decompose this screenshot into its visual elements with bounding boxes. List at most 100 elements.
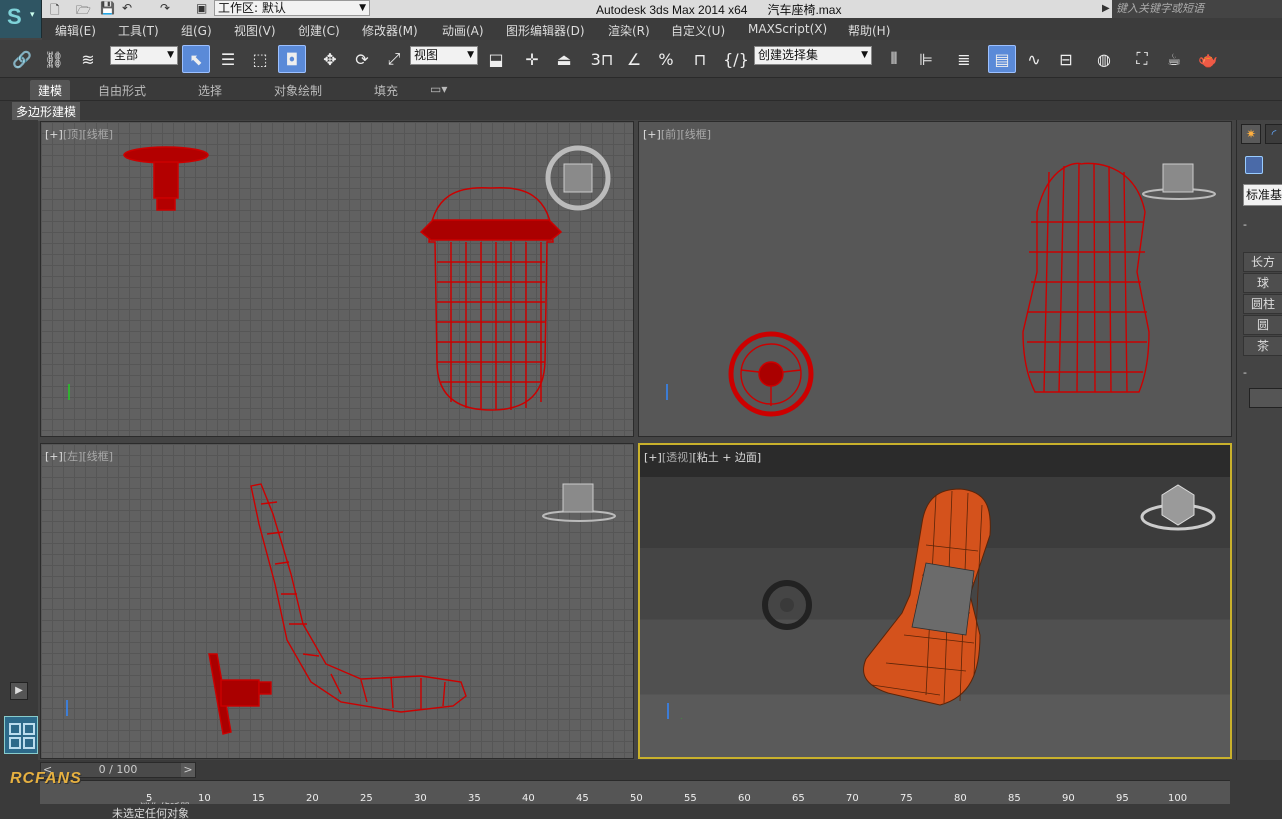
viewport-perspective[interactable]: [+][透视][粘土 + 边面]: [638, 443, 1232, 759]
schematic-view-icon[interactable]: ⊟: [1052, 45, 1080, 73]
selection-filter-dropdown[interactable]: 全部 ▼: [110, 46, 178, 65]
spinner-snap-icon[interactable]: ⊓: [686, 45, 714, 73]
subtab-polygon-modeling[interactable]: 多边形建模: [12, 102, 81, 121]
viewcube-front[interactable]: [1139, 158, 1219, 204]
menu-rendering[interactable]: 渲染(R): [608, 22, 650, 39]
chevron-down-icon: ▼: [167, 50, 174, 60]
angle-snap-icon[interactable]: ∠: [620, 45, 648, 73]
workspace-label: 工作区: 默认: [218, 1, 286, 15]
snaps-toggle-button[interactable]: 3 ⊓: [588, 45, 616, 73]
viewcube-top[interactable]: [544, 144, 612, 212]
menu-graph-editors[interactable]: 图形编辑器(D): [506, 22, 585, 39]
time-slider-next-icon[interactable]: >: [181, 763, 195, 777]
tick-label: 60: [738, 793, 751, 804]
named-selection-value: 创建选择集: [758, 48, 819, 62]
app-title: Autodesk 3ds Max 2014 x64 汽车座椅.max: [596, 3, 842, 17]
ribbon-options-icon[interactable]: ▭▾: [430, 82, 447, 96]
rectangular-selection-icon[interactable]: ⬚: [246, 45, 274, 73]
curve-editor-icon[interactable]: ∿: [1020, 45, 1048, 73]
pivot-center-icon[interactable]: ⬓: [482, 45, 510, 73]
window-crossing-button[interactable]: ◘: [278, 45, 306, 73]
workspace-dropdown[interactable]: 工作区: 默认 ▼: [214, 0, 370, 16]
object-category-dropdown[interactable]: 标准基: [1243, 184, 1282, 206]
menu-customize[interactable]: 自定义(U): [671, 22, 725, 39]
search-input[interactable]: ▶ 键入关键字或短语: [1102, 0, 1282, 18]
render-setup-icon[interactable]: ⛶: [1128, 45, 1156, 73]
tick-label: 70: [846, 793, 859, 804]
menu-modifiers[interactable]: 修改器(M): [362, 22, 418, 39]
reference-coordinate-dropdown[interactable]: 视图 ▼: [410, 46, 478, 65]
redo-icon[interactable]: ↷: [160, 1, 170, 15]
menu-help[interactable]: 帮助(H): [848, 22, 890, 39]
teapot-button[interactable]: 茶: [1243, 336, 1282, 356]
name-color-rollout-toggle[interactable]: -: [1243, 366, 1282, 380]
chevron-down-icon: ▼: [467, 50, 474, 60]
tab-object-paint[interactable]: 对象绘制: [274, 82, 322, 99]
menu-create[interactable]: 创建(C): [298, 22, 340, 39]
box-button[interactable]: 长方: [1243, 252, 1282, 272]
named-selection-dropdown[interactable]: 创建选择集 ▼: [754, 46, 872, 65]
tab-selection[interactable]: 选择: [198, 82, 222, 99]
modify-tab-icon[interactable]: ◜: [1265, 124, 1282, 144]
menu-view[interactable]: 视图(V): [234, 22, 276, 39]
torus-button[interactable]: 圆: [1243, 315, 1282, 335]
layer-manager-icon[interactable]: ≣: [950, 45, 978, 73]
tick-label: 10: [198, 793, 211, 804]
cylinder-button[interactable]: 圆柱: [1243, 294, 1282, 314]
select-object-button[interactable]: ⬉: [182, 45, 210, 73]
select-manipulate-icon[interactable]: ✛: [518, 45, 546, 73]
edit-named-selection-icon[interactable]: {/}: [722, 45, 750, 73]
viewport-front[interactable]: [+][前][线框]: [638, 121, 1232, 437]
viewport-layout-icon[interactable]: [4, 716, 38, 754]
command-panel: ✷ ◜ 标准基 - 长方 球 圆柱 圆 茶 -: [1236, 120, 1282, 770]
save-icon[interactable]: 💾: [100, 1, 115, 15]
tick-label: 15: [252, 793, 265, 804]
sphere-button[interactable]: 球: [1243, 273, 1282, 293]
keyboard-shortcut-override-icon[interactable]: ⏏: [550, 45, 578, 73]
tick-label: 55: [684, 793, 697, 804]
percent-snap-icon[interactable]: %: [652, 45, 680, 73]
rendered-frame-window-icon[interactable]: ☕: [1160, 45, 1188, 73]
viewport-top[interactable]: [+][顶][线框]: [40, 121, 634, 437]
tab-populate[interactable]: 填充: [374, 82, 398, 99]
tick-label: 45: [576, 793, 589, 804]
mirror-icon[interactable]: ⫴: [880, 45, 908, 73]
tick-label: 30: [414, 793, 427, 804]
menu-maxscript[interactable]: MAXScript(X): [748, 22, 827, 36]
project-folder-icon[interactable]: ▣: [196, 1, 207, 15]
name-field[interactable]: [1249, 388, 1282, 408]
align-icon[interactable]: ⊫: [912, 45, 940, 73]
tick-label: 95: [1116, 793, 1129, 804]
viewport-left[interactable]: [+][左][线框]: [40, 443, 634, 759]
axis-gizmo-front: [666, 384, 668, 400]
create-tab-icon[interactable]: ✷: [1241, 124, 1261, 144]
undo-icon[interactable]: ↶: [122, 1, 132, 15]
render-production-icon[interactable]: 🫖: [1194, 45, 1222, 73]
scale-icon[interactable]: ⤢: [380, 45, 408, 73]
object-type-rollout-toggle[interactable]: -: [1243, 218, 1282, 232]
menu-edit[interactable]: 编辑(E): [55, 22, 96, 39]
unlink-icon[interactable]: ⛓: [40, 45, 68, 73]
menu-group[interactable]: 组(G): [181, 22, 212, 39]
tab-freeform[interactable]: 自由形式: [98, 82, 146, 99]
status-message: 未选定任何对象: [112, 807, 189, 819]
expand-arrow-icon[interactable]: ▶: [10, 682, 28, 700]
tick-label: 35: [468, 793, 481, 804]
chevron-down-icon: ▼: [359, 3, 366, 13]
link-icon[interactable]: 🔗: [8, 45, 36, 73]
tick-label: 85: [1008, 793, 1021, 804]
move-icon[interactable]: ✥: [316, 45, 344, 73]
geometry-icon[interactable]: [1245, 156, 1263, 174]
app-logo-button[interactable]: S ▾: [0, 0, 42, 38]
select-by-name-icon[interactable]: ☰: [214, 45, 242, 73]
viewcube-left[interactable]: [541, 480, 621, 526]
material-editor-icon[interactable]: ◍: [1090, 45, 1118, 73]
bind-spacewarp-icon[interactable]: ≋: [74, 45, 102, 73]
menu-animation[interactable]: 动画(A): [442, 22, 484, 39]
tab-modeling[interactable]: 建模: [30, 80, 71, 100]
track-bar[interactable]: 5 10 15 20 25 30 35 40 45 50 55 60 65 70…: [40, 780, 1230, 804]
menu-tools[interactable]: 工具(T): [118, 22, 159, 39]
rotate-icon[interactable]: ⟳: [348, 45, 376, 73]
graphite-tools-toggle-button[interactable]: ▤: [988, 45, 1016, 73]
viewcube-perspective[interactable]: [1140, 479, 1220, 537]
